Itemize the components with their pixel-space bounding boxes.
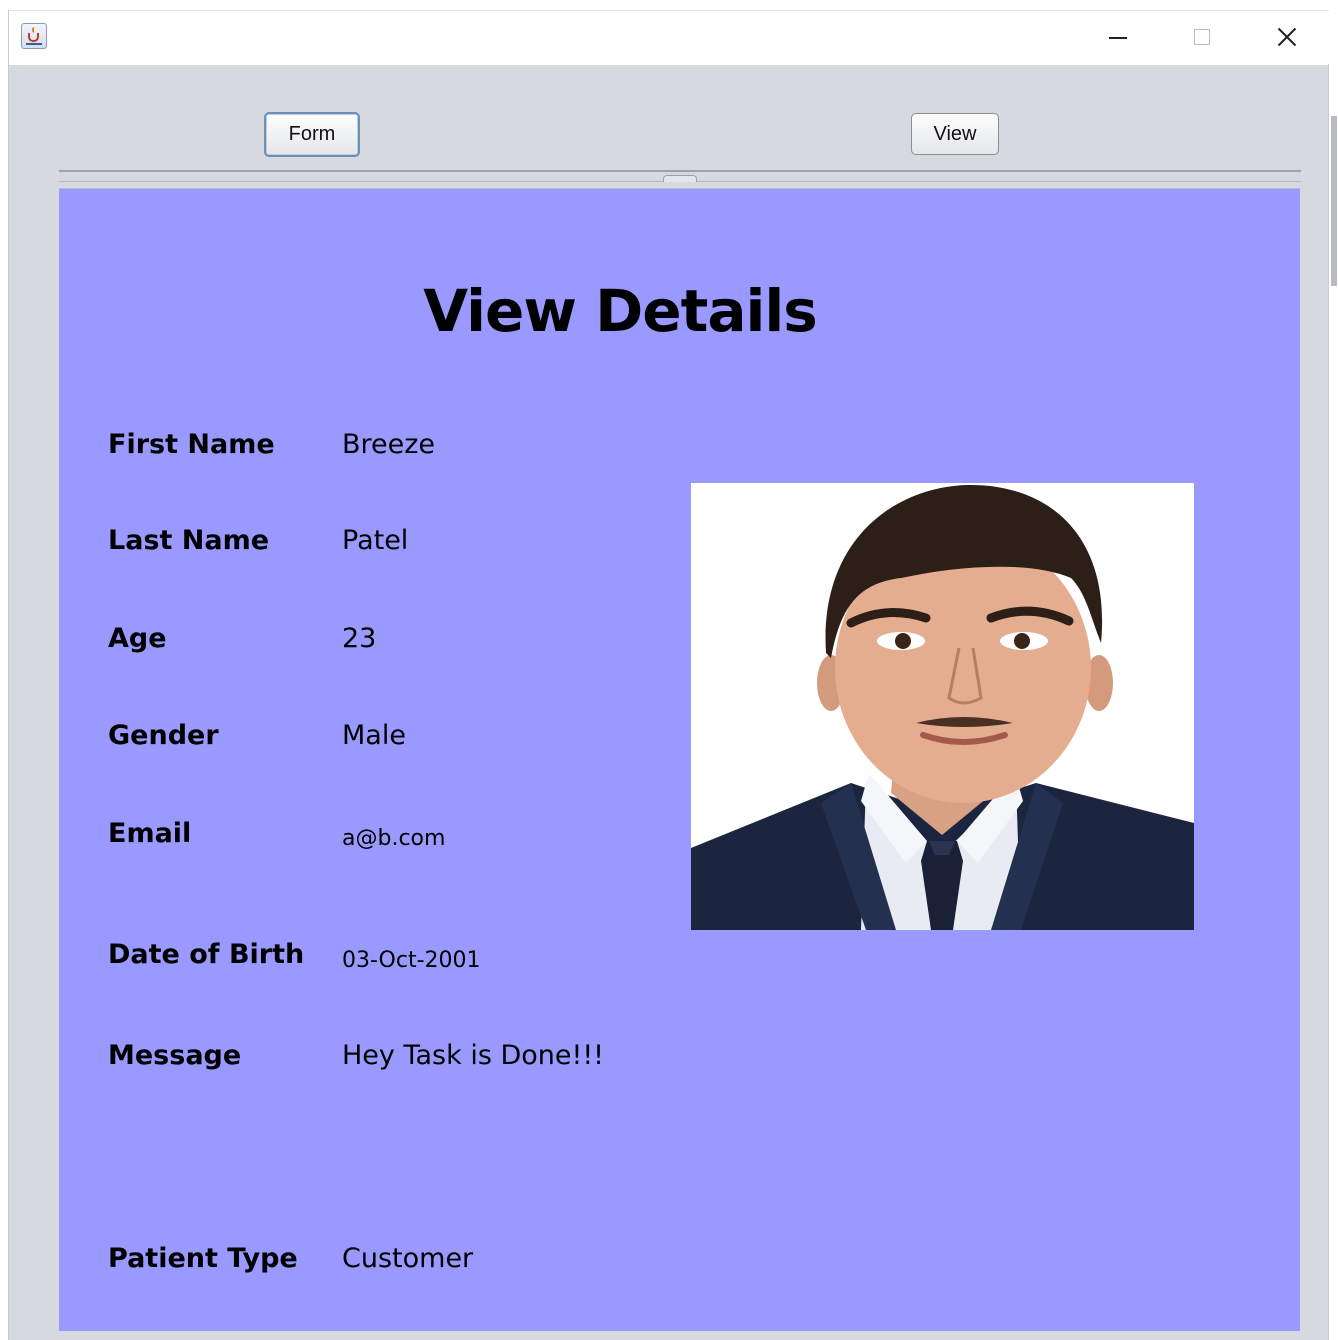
message-label: Message — [108, 1040, 242, 1071]
profile-photo — [691, 483, 1194, 930]
scrollbar-thumb[interactable] — [1331, 116, 1337, 286]
gender-label: Gender — [108, 720, 219, 751]
minimize-button[interactable] — [1087, 11, 1147, 65]
form-button[interactable]: Form — [264, 112, 360, 157]
app-window: Form View View Details First Name Breeze… — [8, 10, 1329, 1340]
split-pane-divider[interactable] — [59, 170, 1301, 182]
first-name-value: Breeze — [342, 429, 436, 460]
top-toolbar: Form View — [59, 64, 1301, 174]
first-name-label: First Name — [108, 429, 275, 460]
java-icon[interactable] — [21, 23, 47, 49]
patient-type-label: Patient Type — [108, 1243, 298, 1274]
view-button[interactable]: View — [911, 113, 999, 155]
email-label: Email — [108, 818, 192, 849]
view-details-panel: View Details First Name Breeze Last Name… — [59, 188, 1300, 1331]
maximize-icon — [1194, 29, 1210, 45]
scrollbar-edge[interactable] — [1328, 64, 1338, 1340]
message-value: Hey Task is Done!!! — [342, 1040, 604, 1071]
profile-photo-illustration — [691, 483, 1194, 930]
page-title: View Details — [423, 277, 818, 345]
date-of-birth-label: Date of Birth — [108, 939, 305, 970]
close-button[interactable] — [1255, 11, 1315, 65]
minimize-icon — [1109, 37, 1127, 39]
age-value: 23 — [342, 623, 377, 654]
age-label: Age — [108, 623, 167, 654]
date-of-birth-value: 03-Oct-2001 — [342, 948, 481, 973]
maximize-button[interactable] — [1171, 11, 1231, 65]
title-bar — [9, 10, 1329, 65]
email-value: a@b.com — [342, 826, 446, 851]
gender-value: Male — [342, 720, 406, 751]
patient-type-value: Customer — [342, 1243, 474, 1274]
last-name-value: Patel — [342, 525, 409, 556]
last-name-label: Last Name — [108, 525, 270, 556]
divider-grip[interactable] — [663, 175, 697, 182]
